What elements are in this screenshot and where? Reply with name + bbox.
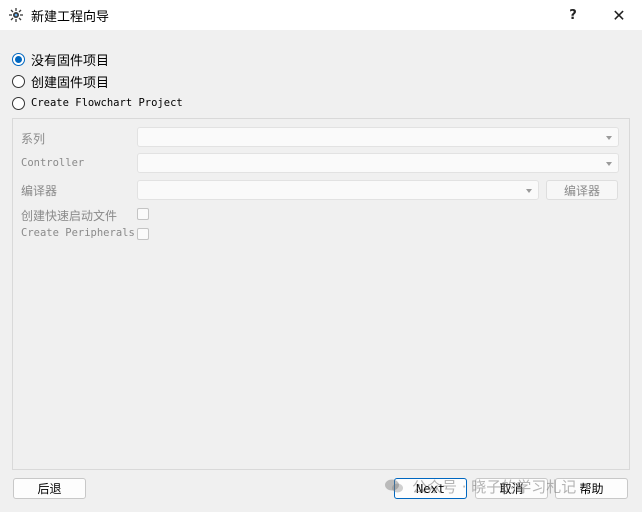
option-no-firmware[interactable]: 没有固件项目 (12, 50, 110, 69)
option-label: 创建固件项目 (31, 75, 110, 91)
back-button[interactable]: 后退 (13, 478, 86, 499)
help-title-button[interactable]: ? (550, 0, 596, 30)
controller-label: Controller (21, 157, 85, 169)
series-select[interactable] (137, 127, 619, 147)
radio-flowchart[interactable] (12, 96, 25, 110)
compiler-label: 编译器 (21, 184, 58, 198)
title-bar: 新建工程向导 ? ✕ (0, 0, 642, 30)
cancel-button[interactable]: 取消 (475, 478, 548, 499)
option-flowchart[interactable]: Create Flowchart Project (12, 94, 183, 112)
peripherals-checkbox[interactable] (137, 228, 149, 240)
series-label: 系列 (21, 132, 46, 146)
option-create-firmware[interactable]: 创建固件项目 (12, 72, 110, 91)
peripherals-label: Create Peripherals (21, 227, 135, 239)
compiler-button[interactable]: 编译器 (546, 180, 618, 200)
quickstart-checkbox[interactable] (137, 208, 149, 220)
radio-no-firmware[interactable] (12, 52, 25, 66)
chevron-down-icon (606, 162, 612, 166)
option-label: 没有固件项目 (31, 53, 110, 69)
chevron-down-icon (526, 189, 532, 193)
help-button[interactable]: 帮助 (555, 478, 628, 499)
window-title: 新建工程向导 (31, 10, 110, 25)
chevron-down-icon (606, 136, 612, 140)
app-icon (9, 8, 23, 22)
close-button[interactable]: ✕ (596, 0, 642, 30)
compiler-select[interactable] (137, 180, 539, 200)
quickstart-label: 创建快速启动文件 (21, 209, 118, 223)
option-label: Create Flowchart Project (31, 97, 183, 109)
next-button[interactable]: Next (394, 478, 467, 499)
radio-create-firmware[interactable] (12, 74, 25, 88)
controller-select[interactable] (137, 153, 619, 173)
